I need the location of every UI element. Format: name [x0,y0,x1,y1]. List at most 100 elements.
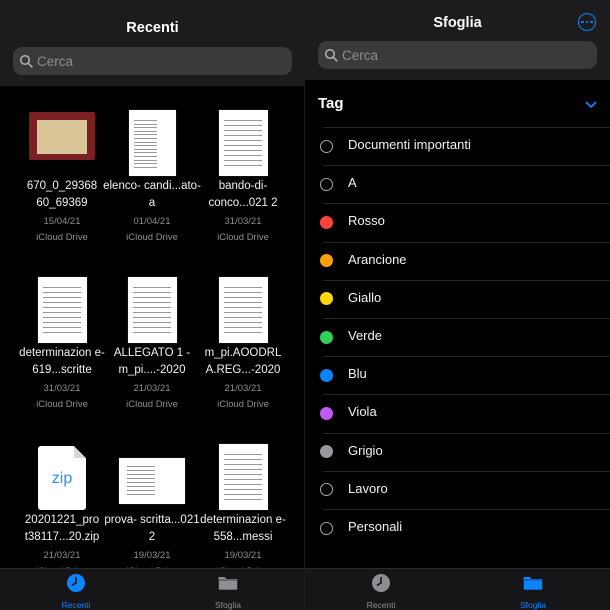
tag-label: A [348,175,357,191]
recents-pane: Recenti Cerca 670_0_29368 60_69369 15/04/… [0,0,305,610]
page-title: Sfoglia [433,15,482,31]
tag-color-dot-icon [320,292,333,306]
recents-header: Recenti Cerca [0,0,305,86]
tag-label: Verde [348,328,382,343]
file-date: 21/03/21 [133,383,171,394]
more-options-icon[interactable] [578,13,596,31]
tag-color-dot-icon [320,483,333,497]
file-name: 670_0_29368 60_69369 [26,180,98,209]
row-separator [323,394,610,396]
row-separator [323,470,610,472]
row-separator [323,279,610,281]
tag-item-viola[interactable]: Viola [305,394,610,432]
tag-item-grigio[interactable]: Grigio [305,432,610,471]
tag-color-dot-icon [320,406,333,420]
document-preview [218,277,268,343]
search-input[interactable]: Cerca [318,41,597,69]
document-preview [218,444,268,510]
file-thumbnail: zip [17,430,107,510]
tag-color-dot-icon [320,330,333,344]
file-location: iCloud Drive [36,232,88,243]
document-preview [218,110,268,176]
photo-preview [29,112,95,160]
tag-label: Giallo [348,289,382,305]
tag-item-giallo[interactable]: Giallo [305,279,610,318]
file-date: 31/03/21 [43,383,81,394]
file-date: 21/03/21 [43,550,81,561]
search-input[interactable]: Cerca [13,47,292,75]
file-date: 19/03/21 [133,550,171,561]
file-thumbnail [17,263,107,343]
tab-recenti[interactable]: Recenti [341,573,421,610]
zip-badge: zip [51,470,73,487]
tag-label: Grigio [348,442,383,458]
file-thumbnail [107,430,197,510]
row-separator [323,356,610,358]
page-title: Recenti [126,20,179,36]
file-date: 31/03/21 [224,216,262,227]
tag-item-blu[interactable]: Blu [305,356,610,394]
file-location: iCloud Drive [126,399,178,410]
tag-item-documenti-importanti[interactable]: Documenti importanti [305,127,610,165]
tag-item-personali[interactable]: Personali [305,509,610,547]
tag-color-dot-icon [320,139,333,153]
document-preview [119,458,185,504]
tag-label: Rosso [348,213,385,229]
tag-label: Personali [348,519,403,534]
tag-label: Blu [348,366,367,382]
file-thumbnail [107,263,197,343]
document-preview [127,277,177,343]
tag-color-dot-icon [320,177,333,191]
tag-color-dot-icon [320,368,333,382]
browse-pane: Sfoglia Cerca Tag Documenti importanti A R… [305,0,610,610]
row-separator [323,165,610,167]
document-preview [37,277,87,343]
tab-sfoglia[interactable]: Sfoglia [493,573,573,610]
file-location: iCloud Drive [36,399,88,410]
document-preview [128,110,176,176]
file-thumbnail [17,96,107,176]
row-separator [323,241,610,243]
chevron-down-icon[interactable] [585,101,597,109]
file-location: iCloud Drive [217,399,269,410]
folder-icon [523,577,543,591]
file-location: iCloud Drive [217,232,269,243]
file-date: 15/04/21 [43,216,81,227]
browse-header: Sfoglia Cerca [305,0,610,80]
tag-item-a[interactable]: A [305,165,610,203]
file-name: 20201221_pro t38117...20.zip [24,514,100,543]
file-date: 19/03/21 [224,550,262,561]
tag-item-rosso[interactable]: Rosso [305,203,610,241]
file-date: 01/04/21 [133,216,171,227]
tab-label: Recenti [366,600,396,610]
tag-item-arancione[interactable]: Arancione [305,241,610,280]
folder-icon [218,577,238,591]
tag-color-dot-icon [320,215,333,229]
file-name: determinazion e-558...messi [200,514,286,543]
file-name: elenco- candi...ato-a [103,180,201,209]
tag-color-dot-icon [320,254,333,268]
row-separator [323,203,610,205]
tag-item-lavoro[interactable]: Lavoro [305,470,610,509]
file-location: iCloud Drive [126,232,178,243]
tag-label: Arancione [348,251,407,267]
tab-label: Sfoglia [215,600,241,610]
tag-label: Lavoro [348,480,388,496]
tab-recenti[interactable]: Recenti [36,573,116,610]
tag-section-title[interactable]: Tag [318,95,344,112]
clock-icon [67,574,85,592]
file-date: 21/03/21 [224,383,262,394]
file-thumbnail [198,96,288,176]
clock-icon [372,574,390,592]
file-name: determinazion e-619...scritte [19,347,105,376]
tag-item-verde[interactable]: Verde [305,318,610,356]
row-separator [323,509,610,510]
tag-label: Documenti importanti [348,137,471,152]
row-separator [323,432,610,434]
tag-color-dot-icon [320,521,333,535]
tab-bar: Recenti Sfoglia [305,568,610,610]
zip-icon: zip [38,446,86,510]
row-separator [323,127,610,128]
tab-sfoglia[interactable]: Sfoglia [188,573,268,610]
tab-label: Recenti [61,600,91,610]
